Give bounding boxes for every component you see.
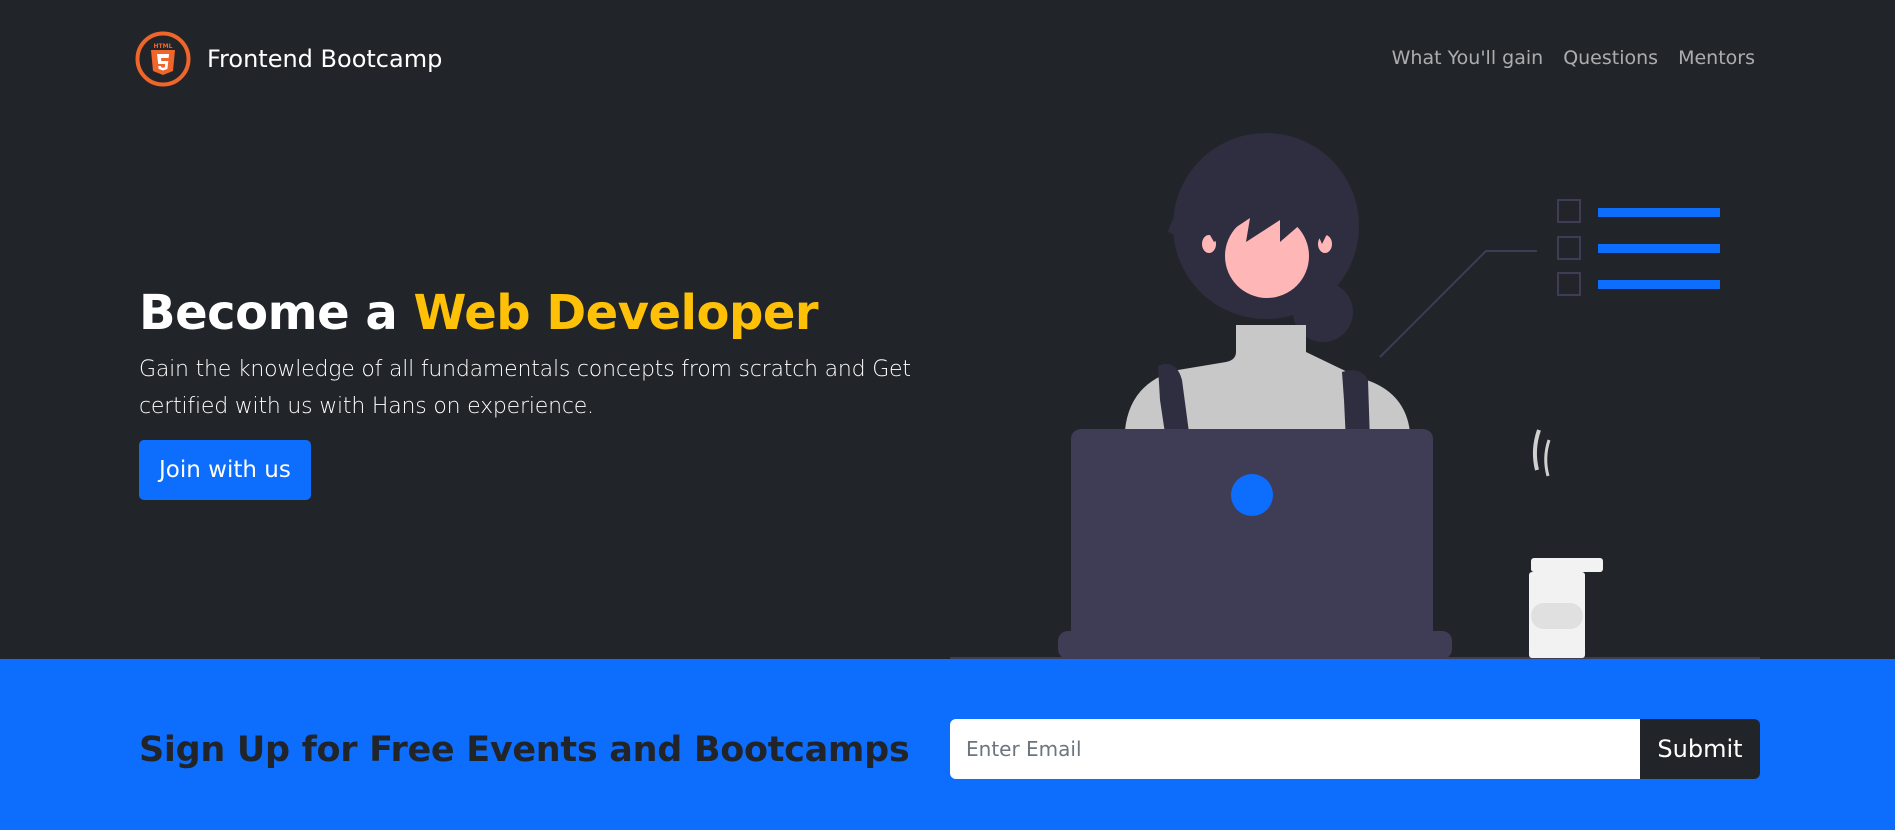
signup-section: Sign Up for Free Events and Bootcamps Su… <box>0 659 1895 830</box>
join-button[interactable]: Join with us <box>139 439 311 500</box>
html5-logo-icon: HTML <box>135 31 191 87</box>
hero-lead: Gain the knowledge of all fundamentals c… <box>139 356 911 419</box>
hero-text: Become a Web Developer Gain the knowledg… <box>139 285 929 500</box>
brand-link[interactable]: HTML Frontend Bootcamp <box>135 30 442 88</box>
nav-links: What You'll gain Questions Mentors <box>1392 47 1755 69</box>
nav-link-mentors[interactable]: Mentors <box>1678 47 1755 69</box>
checklist-icon <box>1557 199 1720 296</box>
email-input[interactable] <box>950 719 1640 779</box>
hero-title: Become a Web Developer <box>139 285 929 343</box>
brand-name: Frontend Bootcamp <box>207 45 443 73</box>
woman-working-on-laptop-illustration <box>950 133 1760 659</box>
hero-section: HTML Frontend Bootcamp What You'll gain … <box>0 0 1895 659</box>
nav-link-questions[interactable]: Questions <box>1563 47 1658 69</box>
page: HTML Frontend Bootcamp What You'll gain … <box>0 0 1895 830</box>
svg-text:HTML: HTML <box>154 43 173 50</box>
hero-title-plain: Become a <box>139 285 414 341</box>
hero-title-accent: Web Developer <box>413 285 819 341</box>
submit-button[interactable]: Submit <box>1640 719 1760 779</box>
signup-title: Sign Up for Free Events and Bootcamps <box>139 730 910 770</box>
nav-link-what-youll-gain[interactable]: What You'll gain <box>1392 47 1544 69</box>
signup-form: Submit <box>950 719 1760 779</box>
navbar: HTML Frontend Bootcamp What You'll gain … <box>0 0 1895 118</box>
